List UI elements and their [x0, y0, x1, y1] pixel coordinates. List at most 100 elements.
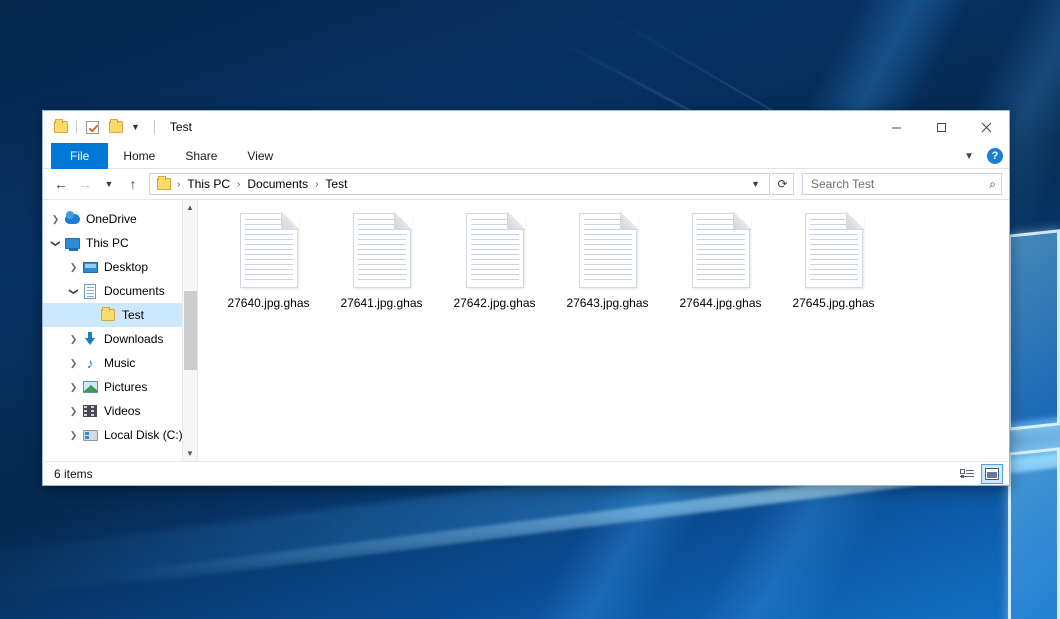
maximize-button[interactable] [919, 111, 964, 143]
item-count-label: 6 items [54, 467, 93, 481]
logo-pane [1008, 447, 1060, 619]
tab-home[interactable]: Home [108, 143, 170, 169]
breadcrumb-item-this-pc[interactable]: This PC [183, 175, 234, 193]
sidebar-item-label: Videos [104, 404, 140, 418]
videos-icon [82, 403, 98, 419]
scrollbar-thumb[interactable] [184, 291, 197, 370]
file-name-label: 27643.jpg.ghas [566, 296, 648, 310]
forward-button[interactable]: → [74, 173, 96, 195]
scrollbar-track[interactable] [183, 215, 198, 446]
breadcrumb-folder-icon [157, 178, 171, 190]
file-name-label: 27644.jpg.ghas [679, 296, 761, 310]
up-button[interactable]: ↑ [122, 173, 144, 195]
tab-file[interactable]: File [51, 143, 108, 169]
file-name-label: 27645.jpg.ghas [792, 296, 874, 310]
window-controls [874, 111, 1009, 143]
chevron-right-icon[interactable]: ❯ [65, 359, 82, 368]
scroll-down-icon[interactable]: ▼ [183, 446, 198, 461]
sidebar-item-music[interactable]: ❯♪Music [43, 351, 197, 375]
sidebar-item-this-pc[interactable]: ❯This PC [43, 231, 197, 255]
view-mode-buttons [956, 464, 1003, 484]
breadcrumb-separator: › [234, 179, 243, 190]
chevron-right-icon[interactable]: ❯ [65, 335, 82, 344]
file-item[interactable]: 27642.jpg.ghas [438, 209, 551, 316]
breadcrumb-item-test[interactable]: Test [321, 175, 351, 193]
file-item[interactable]: 27641.jpg.ghas [325, 209, 438, 316]
file-item[interactable]: 27643.jpg.ghas [551, 209, 664, 316]
chevron-right-icon[interactable]: ❯ [47, 215, 64, 224]
pictures-icon [82, 379, 98, 395]
properties-icon[interactable] [84, 119, 101, 136]
breadcrumb-item-documents[interactable]: Documents [243, 175, 312, 193]
file-item[interactable]: 27640.jpg.ghas [212, 209, 325, 316]
sidebar-item-documents[interactable]: ❯ Documents [43, 279, 197, 303]
new-folder-icon[interactable] [107, 119, 124, 136]
title-bar: ▼ Test [43, 111, 1009, 143]
file-item[interactable]: 27644.jpg.ghas [664, 209, 777, 316]
search-input[interactable]: Search Test [811, 177, 989, 191]
large-icons-view-icon [985, 468, 999, 480]
generic-document-icon [805, 213, 863, 288]
explorer-body: ❯OneDrive❯This PC❯Desktop❯DocumentsTest❯… [43, 199, 1009, 461]
this-pc-icon [64, 235, 80, 251]
sidebar-item-downloads[interactable]: ❯ Downloads [43, 327, 197, 351]
quick-access-toolbar: ▼ Test [43, 111, 192, 143]
search-box[interactable]: Search Test ⌕ [802, 173, 1002, 195]
sidebar-item-label: Downloads [104, 332, 163, 346]
chevron-right-icon[interactable]: ❯ [65, 407, 82, 416]
sidebar-item-label: Music [104, 356, 135, 370]
large-icons-view-button[interactable] [981, 464, 1003, 484]
navigation-scrollbar[interactable]: ▲ ▼ [182, 200, 197, 461]
chevron-down-icon[interactable]: ❯ [51, 235, 60, 252]
folder-properties-icon[interactable] [52, 119, 69, 136]
sidebar-item-label: Pictures [104, 380, 147, 394]
desktop-icon [82, 259, 98, 275]
sidebar-item-videos[interactable]: ❯ Videos [43, 399, 197, 423]
refresh-icon[interactable]: ⟳ [772, 173, 794, 195]
file-item[interactable]: 27645.jpg.ghas [777, 209, 890, 316]
details-view-icon [960, 468, 974, 480]
sidebar-item-label: Documents [104, 284, 165, 298]
chevron-right-icon[interactable]: ❯ [65, 431, 82, 440]
breadcrumb[interactable]: › This PC › Documents › Test ▼ [149, 173, 770, 195]
minimize-button[interactable] [874, 111, 919, 143]
sidebar-item-test[interactable]: Test [43, 303, 197, 327]
scroll-up-icon[interactable]: ▲ [183, 200, 198, 215]
file-name-label: 27642.jpg.ghas [453, 296, 535, 310]
logo-pane [1008, 229, 1060, 430]
recent-locations-icon[interactable]: ▼ [98, 173, 120, 195]
sidebar-item-onedrive[interactable]: ❯ OneDrive [43, 207, 197, 231]
window-title: Test [170, 120, 192, 134]
chevron-down-icon[interactable]: ▼ [745, 179, 766, 189]
title-separator [154, 120, 155, 134]
address-bar: ← → ▼ ↑ › This PC › Documents › Test ▼ ⟳… [43, 169, 1009, 199]
sidebar-item-local-disk-c[interactable]: ❯ Local Disk (C:) [43, 423, 197, 447]
search-icon[interactable]: ⌕ [989, 177, 996, 192]
file-explorer-window: ▼ Test File Home Share View ▼ ? ← → [42, 110, 1010, 486]
breadcrumb-separator: › [174, 179, 183, 190]
back-button[interactable]: ← [50, 173, 72, 195]
generic-document-icon [692, 213, 750, 288]
tab-view[interactable]: View [232, 143, 288, 169]
sidebar-item-label: Desktop [104, 260, 148, 274]
expand-ribbon-icon[interactable]: ▼ [960, 151, 978, 162]
details-view-button[interactable] [956, 464, 978, 484]
chevron-down-icon[interactable]: ▼ [131, 123, 140, 132]
chevron-right-icon[interactable]: ❯ [65, 383, 82, 392]
chevron-down-icon[interactable]: ❯ [69, 283, 78, 300]
sidebar-item-label: Local Disk (C:) [104, 428, 183, 442]
tab-share[interactable]: Share [170, 143, 232, 169]
generic-document-icon [466, 213, 524, 288]
downloads-icon [82, 331, 98, 347]
file-list-pane[interactable]: 27640.jpg.ghas27641.jpg.ghas 27642.jpg.gh… [198, 200, 1009, 461]
close-button[interactable] [964, 111, 1009, 143]
folder-icon [100, 307, 116, 323]
qat-separator [76, 120, 77, 134]
help-icon[interactable]: ? [987, 148, 1003, 164]
sidebar-item-pictures[interactable]: ❯ Pictures [43, 375, 197, 399]
navigation-pane: ❯OneDrive❯This PC❯Desktop❯DocumentsTest❯… [43, 200, 198, 461]
sidebar-item-label: OneDrive [86, 212, 137, 226]
sidebar-item-desktop[interactable]: ❯ Desktop [43, 255, 197, 279]
ribbon-tab-bar: File Home Share View ▼ ? [43, 143, 1009, 169]
chevron-right-icon[interactable]: ❯ [65, 263, 82, 272]
